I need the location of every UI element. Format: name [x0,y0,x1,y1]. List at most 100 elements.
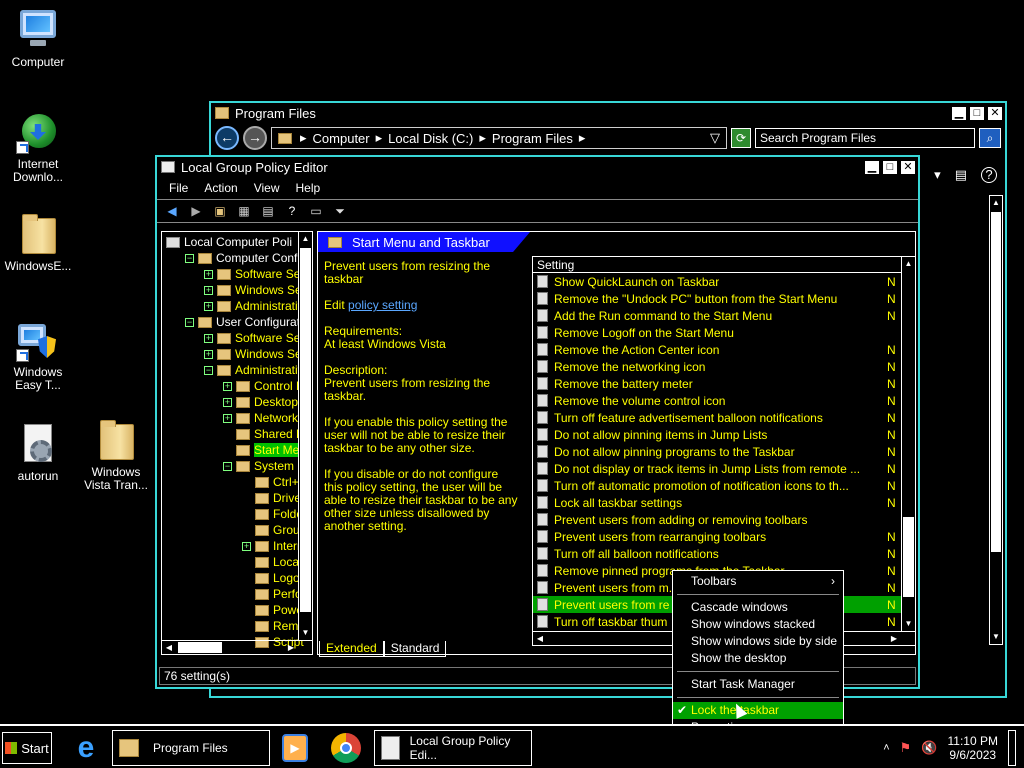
export-list-icon[interactable]: ▤ [259,203,277,219]
list-item[interactable]: Show QuickLaunch on Taskbar N [533,273,915,290]
tab-standard[interactable]: Standard [383,641,447,657]
explorer-titlebar[interactable]: Program Files ▁ □ ✕ [211,103,1005,123]
close-button[interactable]: ✕ [900,159,916,175]
minimize-button[interactable]: ▁ [951,105,967,121]
scroll-thumb[interactable] [300,248,311,612]
tree-item[interactable]: Locale [162,554,312,570]
list-item[interactable]: Do not display or track items in Jump Li… [533,460,915,477]
menu-item[interactable]: Cascade windows [673,599,843,616]
tree-item[interactable]: Logon [162,570,312,586]
expand-icon[interactable]: + [223,381,232,391]
up-folder-icon[interactable]: ▣ [211,203,229,219]
tree-item[interactable]: − System [162,458,312,474]
tree-item[interactable]: + Software Set [162,330,312,346]
expand-icon[interactable]: + [204,349,213,359]
filter-icon[interactable]: ⏷ [331,203,349,219]
taskbar-button-group-policy[interactable]: Local Group Policy Edi... [374,730,532,766]
scroll-left-icon[interactable]: ◀ [162,641,176,654]
list-item[interactable]: Remove the battery meter N [533,375,915,392]
address-bar[interactable]: ▸ Computer ▸ Local Disk (C:) ▸ Program F… [271,127,727,149]
search-input[interactable]: Search Program Files [755,128,975,148]
expand-icon[interactable]: + [204,269,213,279]
maximize-button[interactable]: □ [969,105,985,121]
show-hidden-icons-icon[interactable]: ˄ [883,742,889,754]
scroll-thumb[interactable] [178,642,222,653]
tree-item[interactable]: Ctrl+Al [162,474,312,490]
tree-item[interactable]: Folder [162,506,312,522]
list-item[interactable]: Do not allow pinning programs to the Tas… [533,443,915,460]
chevron-down-icon[interactable]: ▾ [934,167,941,183]
menu-item[interactable]: Show windows stacked [673,616,843,633]
desktop-icon-autorun[interactable]: autorun [0,422,76,483]
show-hide-tree-icon[interactable]: ▦ [235,203,253,219]
desktop-icon-internet-download[interactable]: Internet Downlo... [0,110,76,184]
explorer-vscroll[interactable]: ▲ ▼ [989,195,1003,645]
list-item[interactable]: Remove the Action Center icon N [533,341,915,358]
tree-item[interactable]: Group [162,522,312,538]
list-item[interactable]: Turn off all balloon notifications N [533,545,915,562]
menu-item[interactable]: ✔ Lock the taskbar [673,702,843,719]
tree-item[interactable]: + Interne [162,538,312,554]
list-item[interactable]: Lock all taskbar settings N [533,494,915,511]
policy-tree[interactable]: Local Computer Poli − Computer Configu + Sof… [161,231,313,655]
forward-button[interactable]: → [243,126,267,150]
tree-item[interactable]: + Network [162,410,312,426]
refresh-button[interactable]: ⟳ [731,128,751,148]
collapse-icon[interactable]: − [185,253,194,263]
maximize-button[interactable]: □ [882,159,898,175]
tab-extended[interactable]: Extended [319,641,384,657]
properties-icon[interactable]: ▭ [307,203,325,219]
preview-pane-icon[interactable]: ▤ [955,167,967,183]
tree-item[interactable]: Perfor [162,586,312,602]
scroll-down-icon[interactable]: ▼ [902,617,915,631]
list-item[interactable]: Prevent users from rearranging toolbars N [533,528,915,545]
tree-item[interactable]: − Computer Configu [162,250,312,266]
scroll-thumb[interactable] [991,212,1001,552]
breadcrumb-program-files[interactable]: Program Files [492,131,573,146]
expand-icon[interactable]: + [223,397,232,407]
taskbar-button-program-files[interactable]: Program Files [112,730,270,766]
tree-hscroll[interactable]: ◀ ▶ [162,640,312,654]
expand-icon[interactable]: + [204,333,213,343]
gpe-titlebar[interactable]: Local Group Policy Editor ▁ □ ✕ [157,157,918,177]
desktop-icon-windows-folder[interactable]: WindowsE... [0,212,76,273]
address-dropdown-icon[interactable]: ▽ [710,130,720,146]
internet-explorer-icon[interactable]: e [70,732,102,764]
column-header-setting[interactable]: Setting [533,257,915,273]
clock[interactable]: 11:10 PM 9/6/2023 [948,734,998,762]
expand-icon[interactable]: + [204,285,213,295]
collapse-icon[interactable]: − [204,365,213,375]
list-item[interactable]: Do not allow pinning items in Jump Lists… [533,426,915,443]
volume-muted-icon[interactable]: 🔇 [921,740,937,756]
back-arrow-icon[interactable]: ◀ [163,203,181,219]
tree-item[interactable]: + Desktop [162,394,312,410]
chrome-icon[interactable] [331,733,361,763]
menu-item[interactable]: Show windows side by side [673,633,843,650]
scroll-up-icon[interactable]: ▲ [902,257,915,271]
search-icon[interactable]: ⌕ [979,128,1001,148]
list-item[interactable]: Add the Run command to the Start Menu N [533,307,915,324]
taskbar[interactable]: Start e Program Files ▶ Local Group Poli… [0,724,1024,768]
menu-item[interactable]: Start Task Manager [673,676,843,693]
breadcrumb-computer[interactable]: Computer [313,131,370,146]
tree-item[interactable]: + Administrativ [162,298,312,314]
tree-item[interactable]: − Administrativ [162,362,312,378]
desktop-icon-vista-transfer[interactable]: Windows Vista Tran... [78,418,154,492]
tree-item[interactable]: Shared Fo [162,426,312,442]
tree-item[interactable]: + Software Set [162,266,312,282]
tree-item[interactable]: Power [162,602,312,618]
tree-vscroll[interactable]: ▲ ▼ [298,232,312,640]
expand-icon[interactable]: + [223,413,232,423]
help-icon[interactable]: ? [283,203,301,219]
help-icon[interactable]: ? [981,167,997,183]
list-item[interactable]: Remove the "Undock PC" button from the S… [533,290,915,307]
show-desktop-button[interactable] [1008,730,1016,766]
list-item[interactable]: Remove the volume control icon N [533,392,915,409]
list-item[interactable]: Turn off feature advertisement balloon n… [533,409,915,426]
tree-item[interactable]: Driver [162,490,312,506]
forward-arrow-icon[interactable]: ▶ [187,203,205,219]
close-button[interactable]: ✕ [987,105,1003,121]
menu-item[interactable]: Toolbars › [673,573,843,590]
menu-help[interactable]: Help [288,181,329,195]
list-item[interactable]: Prevent users from adding or removing to… [533,511,915,528]
